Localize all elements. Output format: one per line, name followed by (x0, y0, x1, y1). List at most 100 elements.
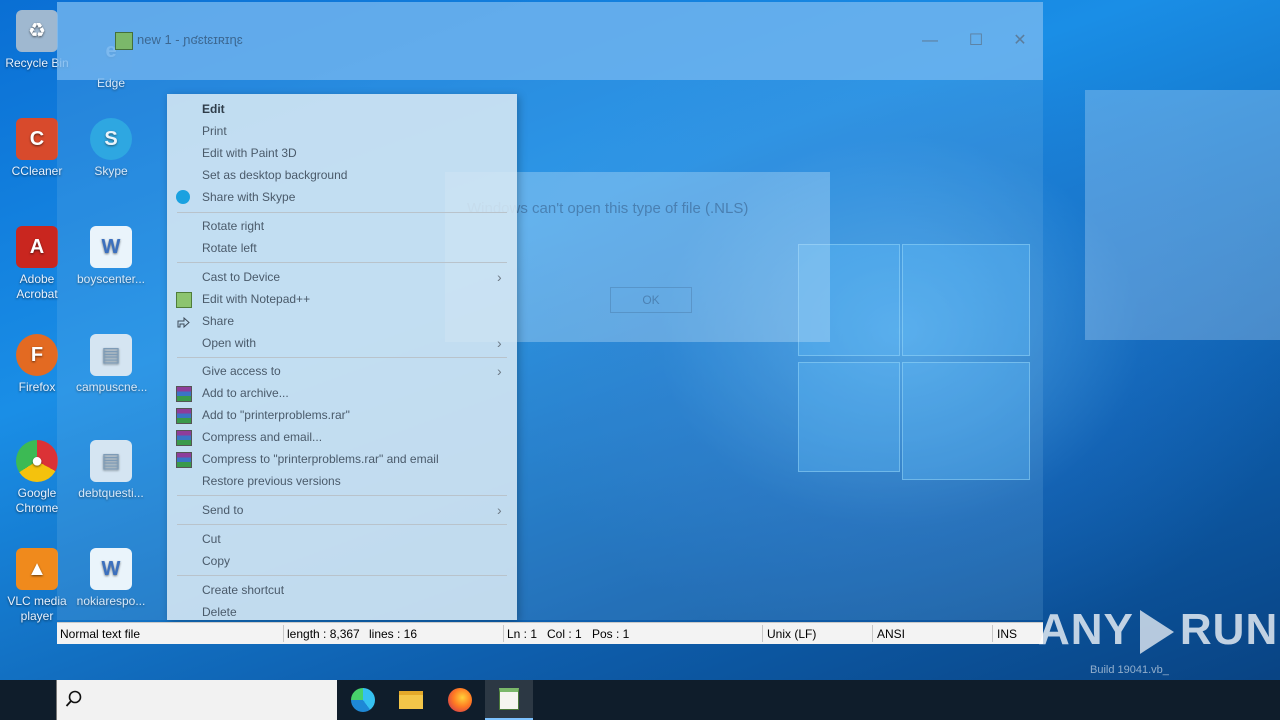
menu-item-copy[interactable]: Copy (167, 550, 517, 572)
menu-item-label: Give access to (202, 364, 281, 378)
menu-item-rotate-right[interactable]: Rotate right (167, 215, 517, 237)
status-encoding: ANSI (877, 627, 906, 641)
menu-item-label: Edit with Notepad++ (202, 292, 311, 306)
menu-item-label: Edit (202, 102, 225, 116)
menu-item-edit[interactable]: Edit (167, 98, 517, 120)
menu-item-label: Rotate left (202, 241, 257, 255)
chevron-right-icon: › (497, 502, 502, 518)
notepadpp-icon (115, 32, 133, 50)
menu-item-cut[interactable]: Cut (167, 528, 517, 550)
minimize-button[interactable]: — (907, 26, 953, 56)
status-separator (992, 625, 993, 642)
menu-separator (177, 357, 507, 358)
edge-icon (351, 688, 375, 712)
menu-item-edit-notepadpp[interactable]: Edit with Notepad++ (167, 288, 517, 310)
menu-item-label: Copy (202, 554, 231, 568)
status-pos: Pos : 1 (592, 627, 630, 641)
build-label: Build 19041.vb_ (1090, 664, 1169, 676)
menu-item-restore-versions[interactable]: Restore previous versions (167, 470, 517, 492)
menu-item-label: Open with (202, 336, 257, 350)
status-file-type: Normal text file (60, 627, 141, 641)
status-bar: Normal text file length : 8,367 lines : … (57, 622, 1043, 644)
menu-item-edit-paint3d[interactable]: Edit with Paint 3D (167, 142, 517, 164)
firefox-icon: F (16, 334, 58, 376)
menu-item-label: Rotate right (202, 219, 265, 233)
winrar-icon (176, 430, 192, 446)
menu-item-open-with[interactable]: Open with › (167, 332, 517, 354)
menu-item-label: Edit with Paint 3D (202, 146, 297, 160)
menu-item-label: Compress and email... (202, 430, 323, 444)
status-insert-mode: INS (997, 627, 1018, 641)
menu-separator (177, 495, 507, 496)
menu-separator (177, 262, 507, 263)
menu-item-label: Restore previous versions (202, 474, 341, 488)
search-icon (65, 690, 83, 708)
menu-separator (177, 212, 507, 213)
chevron-right-icon: › (497, 363, 502, 379)
menu-item-label: Share (202, 314, 235, 328)
window-titlebar[interactable]: new 1 - ɲʛɛtɛɪʀɪɳɛ — ☐ ✕ (57, 2, 1043, 80)
menu-item-give-access[interactable]: Give access to › (167, 360, 517, 382)
menu-item-label: Send to (202, 503, 244, 517)
anyrun-watermark: ANY RUN (1038, 605, 1278, 655)
menu-item-compress-email[interactable]: Compress and email... (167, 426, 517, 448)
status-ln: Ln : 1 (507, 627, 538, 641)
watermark-text: RUN (1179, 605, 1279, 654)
menu-item-label: Create shortcut (202, 583, 285, 597)
menu-item-share[interactable]: Share (167, 310, 517, 332)
taskbar-notepadpp[interactable] (485, 680, 533, 720)
menu-item-label: Print (202, 124, 227, 138)
menu-separator (177, 524, 507, 525)
menu-item-add-archive[interactable]: Add to archive... (167, 382, 517, 404)
menu-item-rotate-left[interactable]: Rotate left (167, 237, 517, 259)
status-separator (283, 625, 284, 642)
taskbar-edge[interactable] (339, 680, 387, 720)
background-window-blur (1085, 90, 1280, 340)
menu-item-set-background[interactable]: Set as desktop background (167, 164, 517, 186)
menu-item-delete[interactable]: Delete (167, 601, 517, 623)
menu-item-label: Delete (202, 605, 237, 619)
winrar-icon (176, 386, 192, 402)
play-icon (1139, 610, 1174, 655)
winrar-icon (176, 408, 192, 424)
status-col: Col : 1 (547, 627, 582, 641)
chevron-right-icon: › (497, 335, 502, 351)
menu-item-send-to[interactable]: Send to › (167, 499, 517, 521)
notepadpp-icon (176, 292, 192, 308)
taskbar-firefox[interactable] (436, 680, 484, 720)
menu-item-label: Set as desktop background (202, 168, 348, 182)
status-separator (503, 625, 504, 642)
menu-item-compress-rar-email[interactable]: Compress to "printerproblems.rar" and em… (167, 448, 517, 470)
ccleaner-icon: C (16, 118, 58, 160)
taskbar-file-explorer[interactable] (387, 680, 435, 720)
status-separator (762, 625, 763, 642)
close-button[interactable]: ✕ (997, 26, 1043, 56)
watermark-text: ANY (1038, 605, 1134, 654)
status-eol: Unix (LF) (767, 627, 817, 641)
dialog-ok-button[interactable]: OK (610, 287, 692, 313)
chevron-right-icon: › (497, 269, 502, 285)
maximize-button[interactable]: ☐ (953, 26, 999, 56)
firefox-icon (448, 688, 472, 712)
context-menu: Edit Print Edit with Paint 3D Set as des… (167, 94, 517, 620)
menu-item-label: Add to "printerproblems.rar" (202, 408, 350, 422)
menu-item-cast-to-device[interactable]: Cast to Device › (167, 266, 517, 288)
menu-item-print[interactable]: Print (167, 120, 517, 142)
menu-item-label: Add to archive... (202, 386, 289, 400)
skype-icon (176, 190, 190, 204)
winrar-icon (176, 452, 192, 468)
window-title: new 1 - ɲʛɛtɛɪʀɪɳɛ (137, 32, 243, 47)
menu-item-share-skype[interactable]: Share with Skype (167, 186, 517, 208)
status-separator (872, 625, 873, 642)
menu-item-label: Cast to Device (202, 270, 281, 284)
menu-item-label: Cut (202, 532, 221, 546)
menu-item-add-to-rar[interactable]: Add to "printerproblems.rar" (167, 404, 517, 426)
chrome-icon: ● (16, 440, 58, 482)
menu-item-create-shortcut[interactable]: Create shortcut (167, 579, 517, 601)
vlc-icon: ▲ (16, 548, 58, 590)
taskbar-search-box[interactable] (56, 680, 337, 720)
recycle-bin-icon: ♻ (16, 10, 58, 52)
menu-item-label: Share with Skype (202, 190, 296, 204)
menu-separator (177, 575, 507, 576)
status-lines: lines : 16 (369, 627, 418, 641)
